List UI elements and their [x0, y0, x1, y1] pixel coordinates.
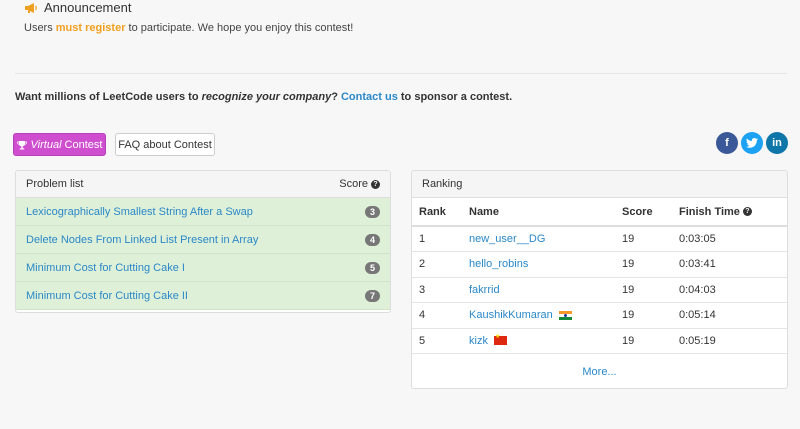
finish-time-column-header: Finish Time?: [679, 198, 787, 227]
ranking-title: Ranking: [422, 178, 463, 190]
table-row: 5 kizk 19 0:05:19: [412, 328, 787, 354]
rank-cell: 4: [412, 302, 469, 329]
problem-link[interactable]: Delete Nodes From Linked List Present in…: [26, 234, 258, 246]
twitter-icon[interactable]: [741, 132, 763, 154]
score-cell: 19: [622, 302, 679, 329]
name-cell: fakrrid: [469, 277, 622, 303]
finish-time-cell: 0:03:41: [679, 251, 787, 278]
score-badge: 3: [365, 205, 380, 218]
sponsor-emphasis: recognize your company: [201, 91, 332, 103]
virtual-label: Contest: [64, 138, 103, 151]
problem-link[interactable]: Lexicographically Smallest String After …: [26, 206, 253, 218]
rank-cell: 2: [412, 251, 469, 278]
problem-list-title: Problem list: [26, 178, 84, 190]
rank-cell: 3: [412, 277, 469, 303]
announcement-text-after: to participate. We hope you enjoy this c…: [125, 22, 354, 34]
problem-row: Minimum Cost for Cutting Cake II 7: [16, 282, 390, 310]
username-link[interactable]: KaushikKumaran: [469, 309, 553, 321]
problem-link[interactable]: Minimum Cost for Cutting Cake I: [26, 262, 185, 274]
sponsor-text: Want millions of LeetCode users to recog…: [15, 91, 512, 103]
score-badge: 7: [365, 289, 380, 302]
ranking-panel: Ranking Rank Name Score Finish Time? 1 n…: [411, 170, 788, 389]
rank-cell: 1: [412, 226, 469, 252]
table-row: 2 hello_robins 19 0:03:41: [412, 251, 787, 278]
name-cell: KaushikKumaran: [469, 302, 622, 329]
problem-link[interactable]: Minimum Cost for Cutting Cake II: [26, 290, 188, 302]
table-row: 4 KaushikKumaran 19 0:05:14: [412, 302, 787, 329]
name-column-header: Name: [469, 198, 622, 227]
problem-list-header: Problem list Score?: [16, 171, 390, 198]
more-link[interactable]: More...: [582, 366, 616, 378]
name-cell: hello_robins: [469, 251, 622, 278]
username-link[interactable]: hello_robins: [469, 258, 528, 270]
rank-cell: 5: [412, 328, 469, 354]
sponsor-part1: Want millions of LeetCode users to: [15, 91, 202, 103]
username-link[interactable]: new_user__DG: [469, 233, 545, 245]
twitter-bird-icon: [746, 138, 758, 148]
ranking-columns: Rank Name Score Finish Time?: [412, 198, 787, 227]
virtual-contest-button[interactable]: Virtual Contest: [13, 133, 106, 156]
rank-column-header: Rank: [412, 198, 469, 227]
virtual-label-em: Virtual: [30, 138, 62, 151]
finish-time-label: Finish Time: [679, 205, 740, 218]
finish-time-cell: 0:04:03: [679, 277, 787, 303]
score-column-header: Score: [622, 198, 679, 227]
trophy-icon: [16, 140, 27, 149]
score-badge: 4: [365, 233, 380, 246]
contest-page: Announcement Users must register to part…: [0, 0, 800, 429]
problem-row: Lexicographically Smallest String After …: [16, 198, 390, 226]
divider: [15, 73, 787, 74]
name-cell: new_user__DG: [469, 226, 622, 252]
problem-row: Delete Nodes From Linked List Present in…: [16, 226, 390, 254]
sponsor-part2: ?: [331, 91, 341, 103]
facebook-icon[interactable]: f: [716, 132, 738, 154]
score-cell: 19: [622, 251, 679, 278]
problem-row: Minimum Cost for Cutting Cake I 5: [16, 254, 390, 282]
finish-time-cell: 0:05:19: [679, 328, 787, 354]
table-row: 1 new_user__DG 19 0:03:05: [412, 226, 787, 252]
announcement-text-before: Users: [24, 22, 56, 34]
china-flag-icon: [493, 333, 507, 346]
announcement-header: Announcement: [24, 0, 131, 16]
table-row: 3 fakrrid 19 0:04:03: [412, 277, 787, 303]
username-link[interactable]: fakrrid: [469, 284, 500, 296]
finish-time-cell: 0:03:05: [679, 226, 787, 252]
score-header-label: Score: [339, 178, 368, 190]
must-register-text: must register: [55, 22, 126, 34]
question-circle-icon[interactable]: ?: [371, 179, 380, 189]
username-link[interactable]: kizk: [469, 335, 488, 347]
score-badge: 5: [365, 261, 380, 274]
faq-button[interactable]: FAQ about Contest: [115, 133, 215, 156]
more-container: More...: [412, 354, 787, 378]
megaphone-icon: [25, 3, 37, 13]
finish-time-cell: 0:05:14: [679, 302, 787, 329]
score-cell: 19: [622, 328, 679, 354]
announcement-text: Users must register to participate. We h…: [24, 22, 353, 34]
question-circle-icon[interactable]: ?: [742, 207, 752, 217]
linkedin-icon[interactable]: in: [766, 132, 788, 154]
ranking-header: Ranking: [412, 171, 787, 198]
announcement-title: Announcement: [44, 0, 132, 15]
india-flag-icon: [558, 310, 572, 320]
score-cell: 19: [622, 277, 679, 303]
sponsor-part3: to sponsor a contest.: [397, 91, 513, 103]
name-cell: kizk: [469, 328, 622, 354]
score-column-header: Score?: [339, 178, 380, 190]
ranking-table: Rank Name Score Finish Time? 1 new_user_…: [412, 198, 787, 354]
score-cell: 19: [622, 226, 679, 252]
problem-list-panel: Problem list Score? Lexicographically Sm…: [15, 170, 391, 313]
contact-us-link[interactable]: Contact us: [341, 91, 398, 103]
